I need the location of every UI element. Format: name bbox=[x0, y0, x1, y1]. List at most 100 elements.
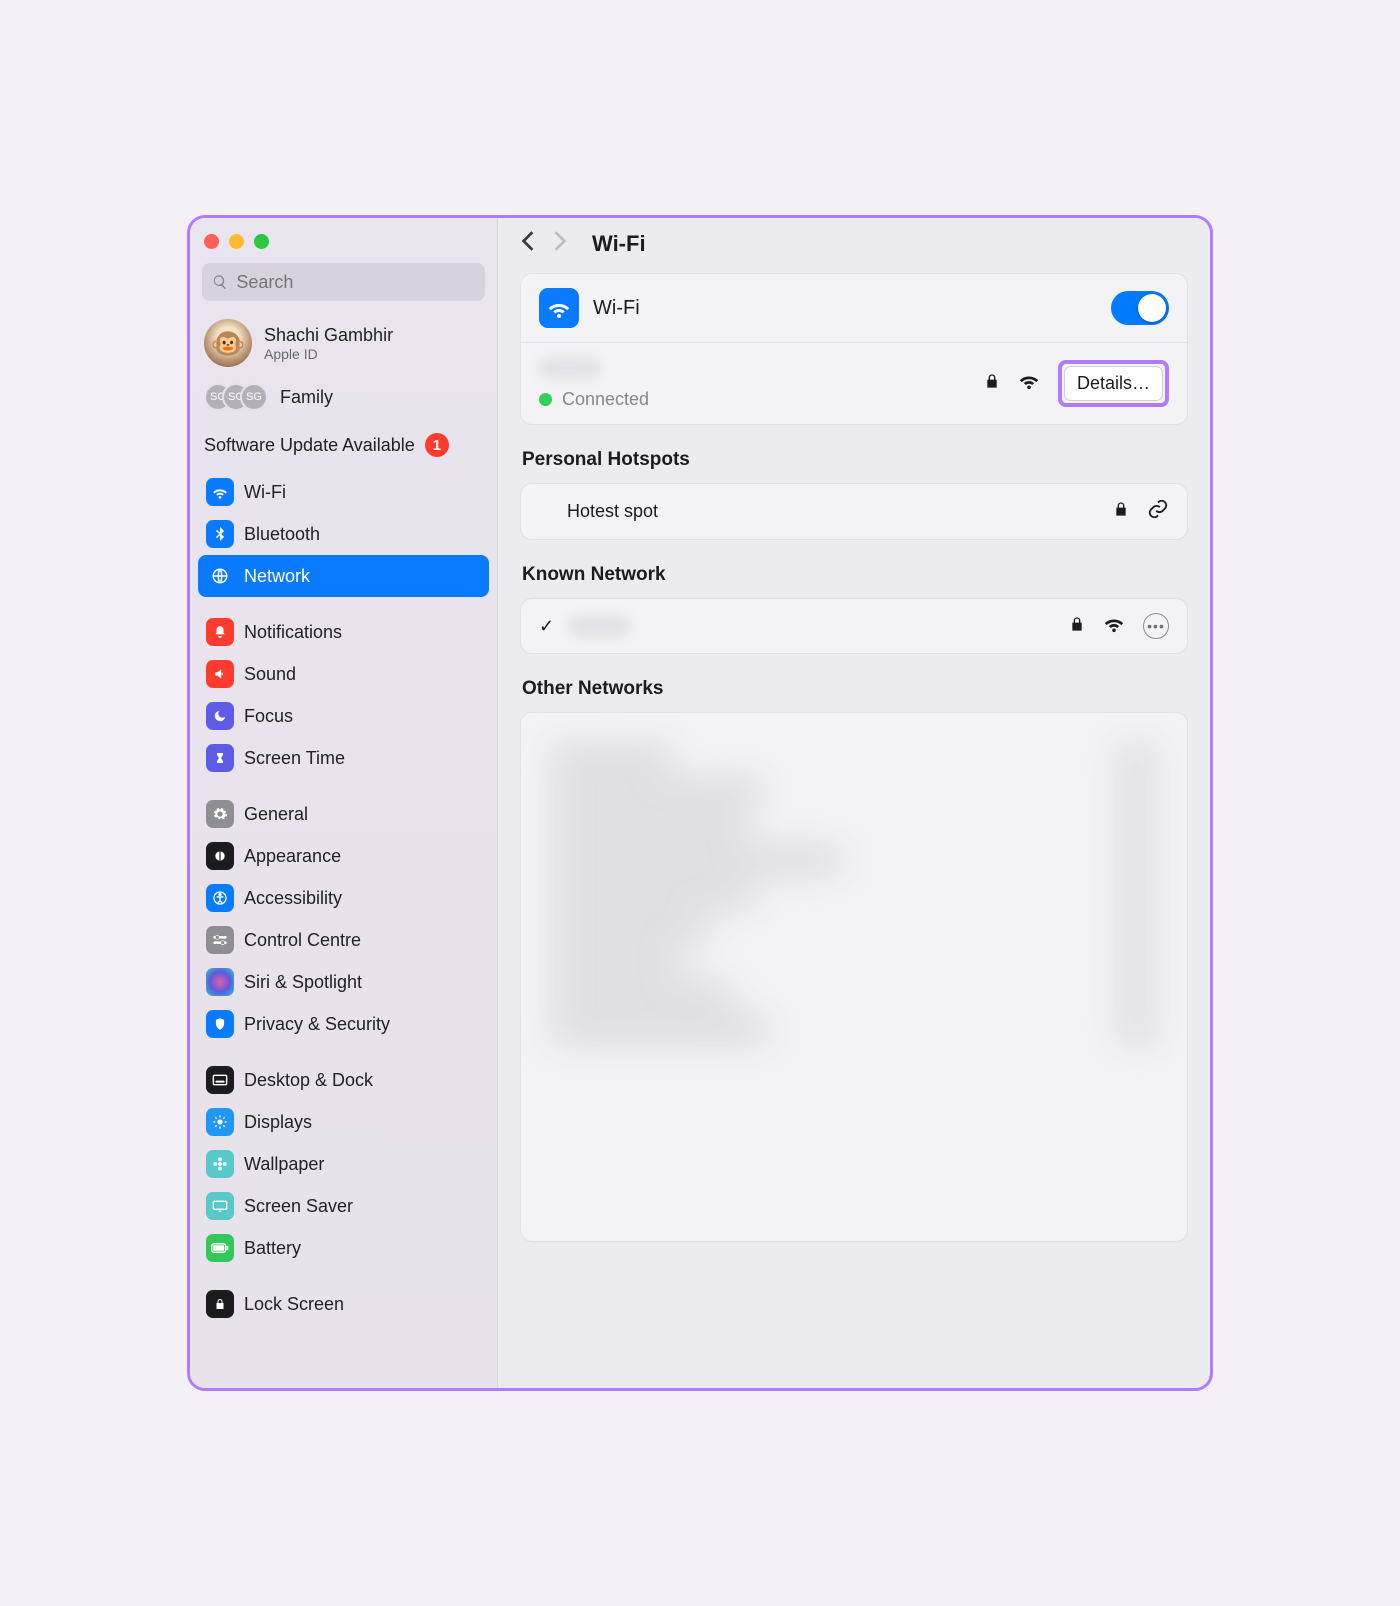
window-controls bbox=[198, 228, 489, 259]
sidebar-item-wallpaper[interactable]: Wallpaper bbox=[198, 1143, 489, 1185]
sidebar-item-accessibility[interactable]: Accessibility bbox=[198, 877, 489, 919]
wifi-icon bbox=[206, 478, 234, 506]
wifi-card: Wi-Fi Connected D bbox=[520, 273, 1188, 425]
software-update-row[interactable]: Software Update Available 1 bbox=[198, 427, 489, 471]
sidebar-item-wifi[interactable]: Wi-Fi bbox=[198, 471, 489, 513]
family-row[interactable]: SG SG SG Family bbox=[198, 377, 489, 427]
sidebar-item-focus[interactable]: Focus bbox=[198, 695, 489, 737]
sliders-icon bbox=[206, 926, 234, 954]
search-field[interactable] bbox=[202, 263, 485, 301]
sidebar-item-label: Screen Saver bbox=[244, 1196, 353, 1217]
network-icon bbox=[206, 562, 234, 590]
sidebar-item-desktopdock[interactable]: Desktop & Dock bbox=[198, 1059, 489, 1101]
flower-icon bbox=[206, 1150, 234, 1178]
sidebar-item-displays[interactable]: Displays bbox=[198, 1101, 489, 1143]
hotspot-row[interactable]: Hotest spot bbox=[521, 484, 1187, 539]
hotspot-name: Hotest spot bbox=[539, 501, 658, 522]
sidebar-item-network[interactable]: Network bbox=[198, 555, 489, 597]
known-network-name-redacted bbox=[568, 615, 630, 637]
sidebar-item-bluetooth[interactable]: Bluetooth bbox=[198, 513, 489, 555]
wifi-signal-icon bbox=[1018, 372, 1040, 395]
maximize-button[interactable] bbox=[254, 234, 269, 249]
personal-hotspots-title: Personal Hotspots bbox=[522, 449, 1188, 471]
sidebar-item-label: Network bbox=[244, 566, 310, 587]
minimize-button[interactable] bbox=[229, 234, 244, 249]
accessibility-icon bbox=[206, 884, 234, 912]
wifi-toggle[interactable] bbox=[1111, 291, 1169, 325]
sidebar-item-notifications[interactable]: Notifications bbox=[198, 611, 489, 653]
network-name-redacted bbox=[539, 357, 601, 379]
sun-icon bbox=[206, 1108, 234, 1136]
connection-status: Connected bbox=[562, 389, 649, 410]
sidebar: 🐵 Shachi Gambhir Apple ID SG SG SG Famil… bbox=[190, 218, 498, 1388]
lock-icon bbox=[984, 371, 1000, 396]
sidebar-item-sound[interactable]: Sound bbox=[198, 653, 489, 695]
sidebar-item-label: Notifications bbox=[244, 622, 342, 643]
sidebar-item-label: Wi-Fi bbox=[244, 482, 286, 503]
known-network-card: ✓ ••• bbox=[520, 598, 1188, 654]
account-sub: Apple ID bbox=[264, 346, 393, 362]
personal-hotspots-card: Hotest spot bbox=[520, 483, 1188, 540]
moon-icon bbox=[206, 702, 234, 730]
screensaver-icon bbox=[206, 1192, 234, 1220]
sidebar-item-label: Appearance bbox=[244, 846, 341, 867]
settings-window: 🐵 Shachi Gambhir Apple ID SG SG SG Famil… bbox=[187, 215, 1213, 1391]
sidebar-item-label: Battery bbox=[244, 1238, 301, 1259]
sidebar-item-label: Bluetooth bbox=[244, 524, 320, 545]
other-networks-title: Other Networks bbox=[522, 678, 1188, 700]
bluetooth-icon bbox=[206, 520, 234, 548]
avatar: 🐵 bbox=[204, 319, 252, 367]
known-network-row[interactable]: ✓ ••• bbox=[521, 599, 1187, 653]
hourglass-icon bbox=[206, 744, 234, 772]
hotspot-link-icon bbox=[1147, 498, 1169, 525]
apple-id-row[interactable]: 🐵 Shachi Gambhir Apple ID bbox=[198, 313, 489, 377]
sidebar-item-label: Accessibility bbox=[244, 888, 342, 909]
more-options-button[interactable]: ••• bbox=[1143, 613, 1169, 639]
back-button[interactable] bbox=[520, 230, 536, 257]
sidebar-item-privacy[interactable]: Privacy & Security bbox=[198, 1003, 489, 1045]
status-dot-icon bbox=[539, 393, 552, 406]
sidebar-item-label: Focus bbox=[244, 706, 293, 727]
sidebar-item-label: Screen Time bbox=[244, 748, 345, 769]
sidebar-item-label: General bbox=[244, 804, 308, 825]
update-badge: 1 bbox=[425, 433, 449, 457]
sidebar-item-general[interactable]: General bbox=[198, 793, 489, 835]
other-networks-card bbox=[520, 712, 1188, 1242]
details-highlight: Details… bbox=[1058, 360, 1169, 407]
wifi-title-label: Wi-Fi bbox=[593, 297, 640, 320]
forward-button[interactable] bbox=[552, 230, 568, 257]
details-button[interactable]: Details… bbox=[1064, 366, 1163, 401]
appearance-icon bbox=[206, 842, 234, 870]
sidebar-item-label: Control Centre bbox=[244, 930, 361, 951]
sidebar-item-controlcentre[interactable]: Control Centre bbox=[198, 919, 489, 961]
account-name: Shachi Gambhir bbox=[264, 325, 393, 346]
hand-icon bbox=[206, 1010, 234, 1038]
close-button[interactable] bbox=[204, 234, 219, 249]
software-update-label: Software Update Available bbox=[204, 435, 415, 456]
sidebar-item-screentime[interactable]: Screen Time bbox=[198, 737, 489, 779]
check-icon: ✓ bbox=[539, 616, 554, 637]
topbar: Wi-Fi bbox=[498, 218, 1210, 269]
dock-icon bbox=[206, 1066, 234, 1094]
sidebar-item-label: Displays bbox=[244, 1112, 312, 1133]
page-title: Wi-Fi bbox=[592, 231, 646, 257]
sidebar-item-label: Lock Screen bbox=[244, 1294, 344, 1315]
bell-icon bbox=[206, 618, 234, 646]
sidebar-item-battery[interactable]: Battery bbox=[198, 1227, 489, 1269]
sidebar-item-screensaver[interactable]: Screen Saver bbox=[198, 1185, 489, 1227]
wifi-signal-icon bbox=[1103, 615, 1125, 638]
sidebar-item-appearance[interactable]: Appearance bbox=[198, 835, 489, 877]
family-label: Family bbox=[280, 387, 333, 408]
wifi-icon bbox=[539, 288, 579, 328]
sidebar-item-lockscreen[interactable]: Lock Screen bbox=[198, 1283, 489, 1325]
search-input[interactable] bbox=[236, 272, 475, 293]
sidebar-item-label: Wallpaper bbox=[244, 1154, 324, 1175]
sidebar-item-label: Siri & Spotlight bbox=[244, 972, 362, 993]
search-icon bbox=[212, 273, 228, 291]
family-avatars: SG SG SG bbox=[204, 383, 268, 411]
known-network-title: Known Network bbox=[522, 564, 1188, 586]
lock-icon bbox=[1113, 499, 1129, 524]
battery-icon bbox=[206, 1234, 234, 1262]
content-pane: Wi-Fi Wi-Fi Connected bbox=[498, 218, 1210, 1388]
sidebar-item-siri[interactable]: Siri & Spotlight bbox=[198, 961, 489, 1003]
